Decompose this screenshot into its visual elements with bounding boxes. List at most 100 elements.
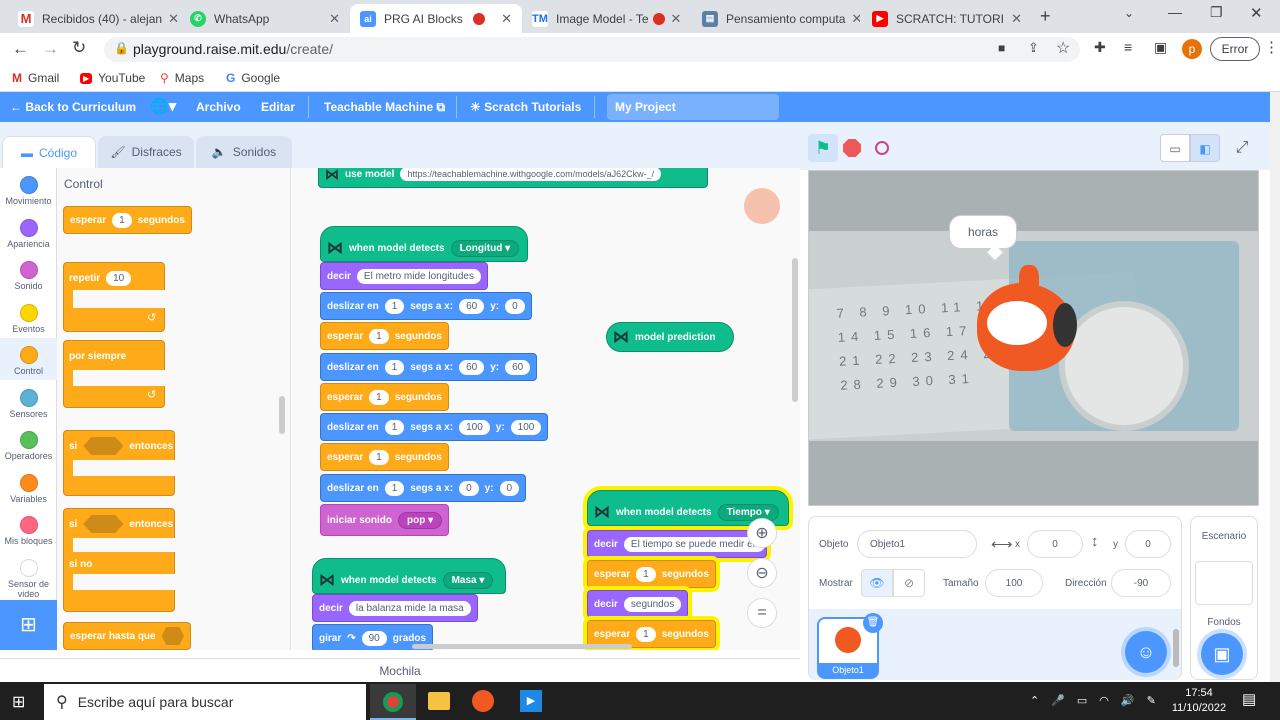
close-tab-icon[interactable]: ✕: [1005, 11, 1022, 27]
block-input[interactable]: 0: [499, 480, 520, 496]
class-dropdown[interactable]: Masa ▾: [442, 571, 494, 589]
tab-search-chevron-icon[interactable]: ⌄: [1124, 6, 1134, 20]
category-apariencia[interactable]: Apariencia: [0, 211, 57, 253]
extensions-puzzle-icon[interactable]: ✚: [1094, 39, 1106, 56]
close-tab-icon[interactable]: ✕: [162, 11, 178, 27]
y-position-input[interactable]: 0: [1125, 530, 1171, 558]
block-input[interactable]: 90: [361, 630, 387, 646]
zoom-in-button[interactable]: ⊕: [747, 518, 777, 548]
block-input[interactable]: 1: [384, 419, 405, 435]
class-dropdown[interactable]: Longitud ▾: [450, 239, 520, 257]
condition-slot[interactable]: [161, 627, 184, 645]
teachable-machine-link[interactable]: Teachable Machine ⧉: [324, 92, 445, 122]
block-input[interactable]: 1: [369, 449, 389, 465]
block-input[interactable]: 0: [459, 480, 479, 496]
hide-eye-icon[interactable]: ⊘: [893, 569, 925, 597]
reporter-model-prediction[interactable]: ⋈ model prediction: [606, 322, 734, 352]
tab-sounds[interactable]: 🔈 Sonidos: [196, 136, 292, 168]
language-globe-icon[interactable]: 🌐▾: [150, 92, 176, 122]
stop-icon[interactable]: [843, 139, 861, 157]
choose-sprite-button[interactable]: ☺: [1125, 631, 1167, 673]
category-movimiento[interactable]: Movimiento: [0, 168, 57, 210]
direction-input[interactable]: -90: [1111, 569, 1171, 597]
block-use-model[interactable]: ⋈ use model https://teachablemachine.wit…: [318, 168, 708, 188]
block-input[interactable]: 0: [505, 298, 525, 314]
browser-tab-gmail[interactable]: M Recibidos (40) - alejan ✕: [8, 4, 178, 33]
block-say[interactable]: decir El metro mide longitudes: [320, 262, 488, 290]
block-play-sound[interactable]: iniciar sonido pop ▾: [320, 504, 450, 536]
sprite-list-scrollbar[interactable]: [1173, 629, 1179, 667]
block-input[interactable]: 10: [106, 270, 132, 286]
sprite-name-input[interactable]: Objeto1: [857, 530, 977, 558]
model-url-input[interactable]: https://teachablemachine.withgoogle.com/…: [400, 168, 662, 181]
workspace-vscrollbar[interactable]: [792, 258, 798, 402]
block-input[interactable]: 1: [384, 298, 405, 314]
back-to-curriculum-link[interactable]: ← Back to Curriculum: [10, 92, 136, 122]
category-control[interactable]: Control: [0, 338, 57, 380]
block-input[interactable]: 60: [459, 359, 485, 375]
block-input[interactable]: El tiempo se puede medir en: [623, 536, 766, 552]
tab-code[interactable]: ▬ Código: [2, 136, 96, 168]
page-scrollbar[interactable]: [1270, 92, 1280, 682]
category-sensor-de-video[interactable]: Sensor de video: [0, 551, 57, 599]
browser-tab-image-model[interactable]: TM Image Model - Te ✕: [522, 4, 690, 33]
stage-thumbnail[interactable]: [1195, 561, 1253, 605]
bookmark-youtube[interactable]: ▶ YouTube: [80, 71, 145, 85]
close-tab-icon[interactable]: ✕: [665, 11, 682, 27]
choose-backdrop-button[interactable]: ▣: [1201, 633, 1243, 675]
block-wait-until[interactable]: esperar hasta que: [63, 622, 191, 650]
category-sonido[interactable]: Sonido: [0, 253, 57, 295]
browser-tab-prg-ai-blocks[interactable]: ai PRG AI Blocks ✕: [350, 4, 522, 33]
fullscreen-icon[interactable]: ⤢: [1228, 134, 1256, 162]
bookmark-star-icon[interactable]: ☆: [1056, 38, 1070, 58]
small-stage-button[interactable]: ▭: [1160, 134, 1190, 162]
sound-dropdown[interactable]: pop ▾: [398, 511, 443, 529]
delete-sprite-icon[interactable]: 🗑: [863, 613, 883, 633]
block-wait[interactable]: esperar 1 segundos: [320, 322, 449, 350]
browser-tab-scratch-tutorial[interactable]: ▶ SCRATCH: TUTORI ✕: [862, 4, 1032, 33]
block-input[interactable]: 100: [510, 419, 542, 435]
browser-tab-pensamiento[interactable]: ▤ Pensamiento computa ✕: [692, 4, 860, 33]
tab-costumes[interactable]: 🖌 Disfraces: [98, 136, 194, 168]
bookmark-maps[interactable]: ⚲ Maps: [160, 71, 204, 85]
block-input[interactable]: 60: [505, 359, 531, 375]
taskbar-search[interactable]: ⚲ Escribe aquí para buscar: [44, 684, 366, 720]
x-position-input[interactable]: 0: [1027, 530, 1083, 558]
block-input[interactable]: 100: [459, 419, 490, 435]
stage-canvas[interactable]: 7 8 9 10 11 12 13 14 15 16 17 18 19 20 2…: [808, 170, 1259, 506]
camera-icon[interactable]: ■: [998, 41, 1005, 55]
minimize-window-button[interactable]: —: [1168, 4, 1182, 20]
block-wait[interactable]: esperar 1 segundos: [63, 206, 192, 234]
video-editor-icon[interactable]: ▶: [520, 690, 542, 712]
block-input[interactable]: la balanza mide la masa: [348, 600, 471, 616]
media-controls-icon[interactable]: ≡: [1124, 39, 1132, 55]
profile-avatar[interactable]: p: [1182, 39, 1202, 59]
menu-file[interactable]: Archivo: [196, 92, 241, 122]
new-tab-button[interactable]: +: [1040, 6, 1051, 27]
hat-when-model-detects[interactable]: ⋈ when model detects Masa ▾: [312, 558, 506, 594]
block-say[interactable]: decir El tiempo se puede medir en: [587, 530, 767, 558]
project-title-field[interactable]: My Project: [607, 94, 779, 120]
category-mis-bloques[interactable]: Mis bloques: [0, 508, 57, 550]
show-eye-icon[interactable]: 👁: [861, 569, 893, 597]
error-button[interactable]: Error: [1210, 37, 1260, 61]
record-icon[interactable]: [875, 141, 889, 155]
palette-scrollbar[interactable]: [279, 396, 285, 434]
url-text[interactable]: playground.raise.mit.edu/create/: [133, 41, 333, 57]
block-input[interactable]: 1: [112, 212, 132, 228]
block-wait[interactable]: esperar 1 segundos: [587, 560, 716, 588]
category-variables[interactable]: Variables: [0, 466, 57, 508]
share-icon[interactable]: ⇪: [1028, 40, 1039, 56]
back-arrow-icon[interactable]: ←: [12, 39, 29, 59]
hat-when-model-detects[interactable]: ⋈ when model detects Longitud ▾: [320, 226, 528, 262]
notifications-icon[interactable]: ▤: [1242, 690, 1256, 708]
zoom-reset-button[interactable]: =: [747, 598, 777, 628]
close-tab-icon[interactable]: ✕: [845, 11, 860, 27]
block-input[interactable]: 1: [369, 389, 389, 405]
scratch-tutorials-button[interactable]: ☀ Scratch Tutorials: [470, 92, 581, 122]
side-panel-icon[interactable]: ▣: [1154, 39, 1167, 56]
taskbar-clock[interactable]: 17:54 11/10/2022: [1170, 686, 1228, 716]
add-extension-button[interactable]: ⊞: [0, 600, 57, 650]
scratch-app-icon[interactable]: [472, 690, 494, 712]
block-input[interactable]: 1: [636, 566, 656, 582]
